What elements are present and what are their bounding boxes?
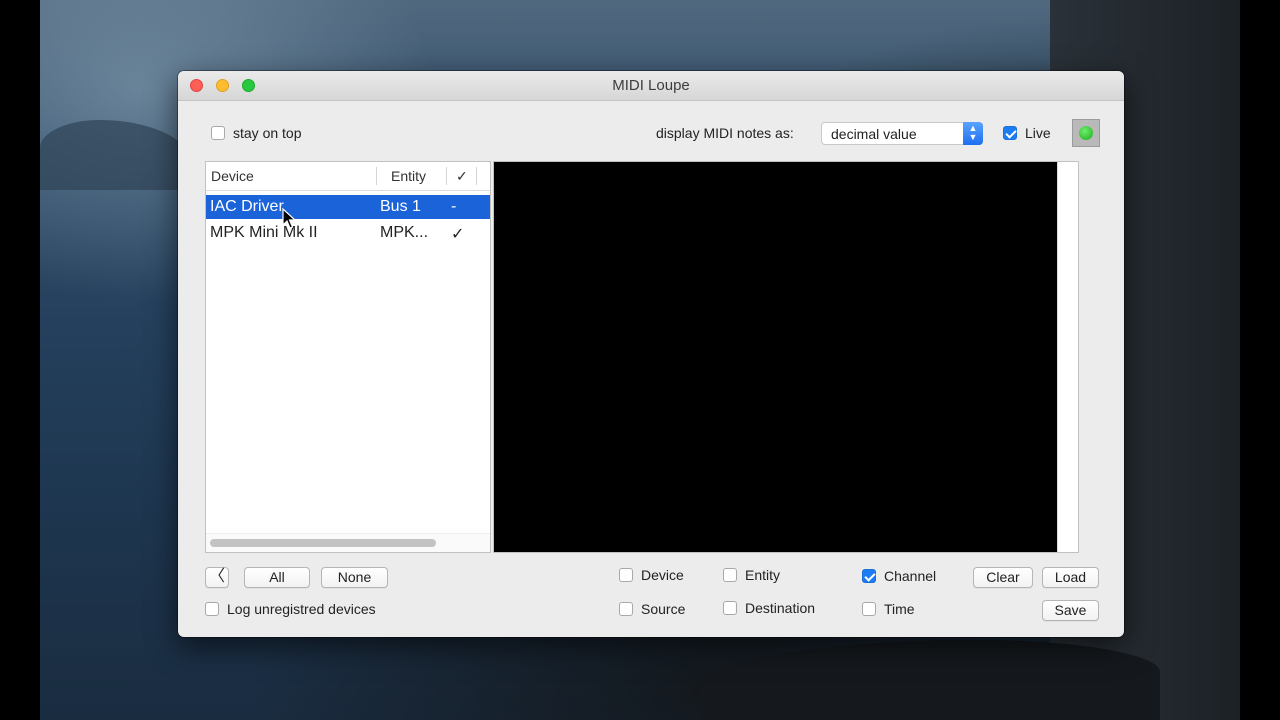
row-device-cell: IAC Driver <box>210 198 284 215</box>
device-table: Device Entity ✓ IAC Driver Bus 1 - MPK M… <box>205 161 491 553</box>
horizontal-scroll-thumb[interactable] <box>210 539 436 547</box>
title-bar[interactable]: MIDI Loupe <box>178 71 1124 101</box>
filter-time-label: Time <box>884 601 915 617</box>
filter-channel-checkbox[interactable] <box>862 569 876 583</box>
stay-on-top-checkbox[interactable] <box>211 126 225 140</box>
row-check-cell[interactable]: - <box>451 198 456 216</box>
column-header-entity[interactable]: Entity <box>391 168 426 184</box>
filter-entity-checkbox[interactable] <box>723 568 737 582</box>
midi-log-view[interactable] <box>493 161 1079 553</box>
column-header-check[interactable]: ✓ <box>456 168 468 185</box>
vertical-scrollbar[interactable] <box>1057 162 1078 552</box>
chevron-left-icon: 〈 <box>208 568 225 585</box>
load-button[interactable]: Load <box>1042 567 1099 588</box>
window-title: MIDI Loupe <box>612 77 690 94</box>
none-button[interactable]: None <box>321 567 388 588</box>
wallpaper-island <box>40 120 190 190</box>
activity-indicator <box>1072 119 1100 147</box>
table-row[interactable]: MPK Mini Mk II MPK... ✓ <box>206 221 490 245</box>
column-header-device[interactable]: Device <box>211 168 254 184</box>
clear-button[interactable]: Clear <box>973 567 1033 588</box>
updown-arrows-icon: ▲ ▼ <box>963 122 983 145</box>
display-notes-value: decimal value <box>831 126 917 142</box>
table-header: Device Entity ✓ <box>206 162 490 191</box>
row-check-cell[interactable]: ✓ <box>451 224 464 244</box>
display-notes-popup[interactable]: decimal value ▲ ▼ <box>821 122 983 145</box>
log-unregistered-checkbox[interactable] <box>205 602 219 616</box>
wallpaper-rocks <box>700 640 1160 720</box>
table-row[interactable]: IAC Driver Bus 1 - <box>206 195 490 219</box>
activity-led-icon <box>1079 126 1093 140</box>
filter-destination-checkbox[interactable] <box>723 601 737 615</box>
log-unregistered-label: Log unregistred devices <box>227 601 376 617</box>
filter-source-label: Source <box>641 601 686 617</box>
column-divider <box>476 167 477 185</box>
stay-on-top-label: stay on top <box>233 125 302 141</box>
live-checkbox[interactable] <box>1003 126 1017 140</box>
filter-device-label: Device <box>641 567 684 583</box>
filter-entity-label: Entity <box>745 567 781 583</box>
save-button[interactable]: Save <box>1042 600 1099 621</box>
filter-device-checkbox[interactable] <box>619 568 633 582</box>
row-entity-cell: MPK... <box>380 224 429 241</box>
midi-loupe-window: MIDI Loupe stay on top display MIDI note… <box>178 71 1124 637</box>
horizontal-scrollbar[interactable] <box>206 533 490 552</box>
row-device-cell: MPK Mini Mk II <box>210 224 318 241</box>
back-button[interactable]: 〈 <box>205 567 229 588</box>
all-button[interactable]: All <box>244 567 310 588</box>
filter-channel-label: Channel <box>884 568 937 584</box>
filter-destination-label: Destination <box>745 600 816 616</box>
row-entity-cell: Bus 1 <box>380 198 421 215</box>
live-label: Live <box>1025 125 1051 141</box>
column-divider <box>446 167 447 185</box>
column-divider <box>376 167 377 185</box>
display-notes-label: display MIDI notes as: <box>656 125 794 141</box>
filter-source-checkbox[interactable] <box>619 602 633 616</box>
filter-time-checkbox[interactable] <box>862 602 876 616</box>
